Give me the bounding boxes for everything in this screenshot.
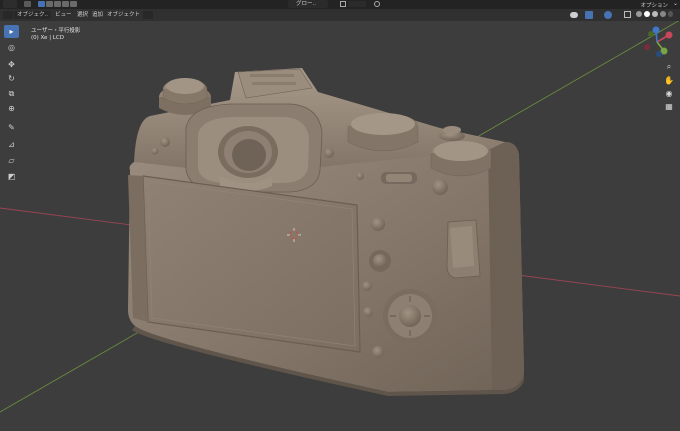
snap-dropdown[interactable] <box>348 1 366 7</box>
camera-model[interactable] <box>128 68 524 396</box>
pan-hand-icon[interactable]: ✋ <box>664 75 674 85</box>
editor-type-button[interactable] <box>3 11 13 19</box>
viewport-header: オブジェク.. ビュー 選択 追加 オブジェクト <box>0 9 680 21</box>
mode-dropdown[interactable]: オブジェク.. <box>14 11 51 19</box>
rotate-tool-icon[interactable]: ↻ <box>4 72 19 85</box>
editor-type-icon[interactable] <box>3 0 17 8</box>
gizmo-x-negative <box>644 44 650 50</box>
collection-label: (0) Xe | LCD <box>31 35 64 41</box>
measure-tool-icon[interactable]: ⊿ <box>4 138 19 151</box>
perspective-grid-icon[interactable]: ▦ <box>664 101 674 111</box>
mode-extend-icon[interactable] <box>46 1 53 7</box>
top-header: グロー.. オプション ⌄ <box>0 0 680 9</box>
shading-solid-icon[interactable] <box>644 11 650 17</box>
move-tool-icon[interactable]: ✥ <box>4 58 19 71</box>
mode-invert-icon[interactable] <box>62 1 69 7</box>
zoom-icon[interactable]: ⌕ <box>664 62 674 72</box>
shading-wireframe-icon[interactable] <box>636 11 642 17</box>
mode-new-icon[interactable] <box>38 1 45 7</box>
extra-dropdown[interactable] <box>143 11 153 19</box>
options-caret: ⌄ <box>672 0 678 7</box>
overlay-toggle-icon[interactable] <box>604 11 612 19</box>
viewport[interactable] <box>0 0 680 431</box>
gizmo-toggle-icon[interactable] <box>585 11 593 19</box>
add-cube-tool-icon[interactable]: ▱ <box>4 154 19 167</box>
annotate-tool-icon[interactable]: ✎ <box>4 121 19 134</box>
gizmo-y-negative <box>648 31 654 37</box>
extra-tool-icon[interactable]: ◩ <box>4 170 19 183</box>
orientation-dropdown[interactable]: グロー.. <box>288 0 328 8</box>
object-menu[interactable]: オブジェクト <box>104 11 143 19</box>
gizmo-x-positive <box>665 31 673 39</box>
transform-tool-icon[interactable]: ⊕ <box>4 102 19 115</box>
view-name-label: ユーザー・平行投影 <box>31 28 81 34</box>
mode-intersect-icon[interactable] <box>70 1 77 7</box>
camera-view-icon[interactable]: ◉ <box>664 88 674 98</box>
shading-material-icon[interactable] <box>652 11 658 17</box>
cursor-tool-icon[interactable]: ◎ <box>4 41 19 54</box>
xray-toggle-icon[interactable] <box>624 11 631 18</box>
options-menu[interactable]: オプション <box>640 1 668 9</box>
view-menu[interactable]: ビュー <box>52 11 75 19</box>
proportional-icon[interactable] <box>374 1 380 7</box>
mode-subtract-icon[interactable] <box>54 1 61 7</box>
navigation-gizmo[interactable] <box>644 26 673 58</box>
select-tool-icon[interactable]: ▸ <box>4 25 19 38</box>
shading-options-icon[interactable] <box>668 11 673 17</box>
blender-window: { "header": { "options_label": "オプション", … <box>0 0 680 431</box>
select-box-icon[interactable] <box>24 1 31 7</box>
shading-rendered-icon[interactable] <box>660 11 666 17</box>
gizmo-z-negative <box>656 51 662 57</box>
visibility-icon[interactable] <box>570 12 578 18</box>
scale-tool-icon[interactable]: ⧉ <box>4 87 19 100</box>
snap-icon[interactable] <box>340 1 346 7</box>
